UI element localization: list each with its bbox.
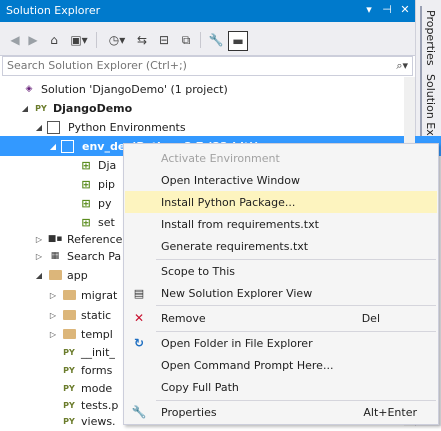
menu-item-activate-environment[interactable]: Activate Environment [125,147,437,169]
tree-row-project[interactable]: ◢ PY DjangoDemo [0,98,435,118]
toolbar-separator [200,32,201,48]
menu-item-install-from-requirements[interactable]: Install from requirements.txt [125,213,437,235]
back-icon[interactable]: ◀ [8,31,22,49]
menu-item-remove[interactable]: ✕ Remove Del [125,307,437,329]
menu-item-open-folder-in-file-explorer[interactable]: ↻ Open Folder in File Explorer [125,332,437,354]
search-icon[interactable]: ⌕▾ [396,59,408,73]
switch-views-icon[interactable]: ▣▾ [68,31,90,49]
menu-separator [156,305,436,306]
menu-item-scope-to-this[interactable]: Scope to This [125,260,437,282]
collapsed-arrow-icon[interactable]: ▷ [48,311,58,320]
show-all-files-icon[interactable]: ⧉ [178,31,194,49]
history-icon[interactable]: ◷▾ [106,31,128,49]
menu-item-copy-full-path[interactable]: Copy Full Path [125,376,437,398]
forward-icon[interactable]: ▶ [26,31,40,49]
context-menu: Activate Environment Open Interactive Wi… [123,143,439,425]
toolbar-separator [96,32,97,48]
env-icon [61,139,74,153]
py-file-icon: PY [63,365,75,375]
search-input[interactable] [3,57,391,74]
solution-icon: ◈ [25,84,33,94]
collapsed-arrow-icon[interactable]: ▷ [34,235,44,244]
folder-icon [61,327,77,341]
expanded-arrow-icon[interactable]: ◢ [20,104,30,113]
folder-icon [47,268,63,282]
menu-item-new-solution-explorer-view[interactable]: ▤ New Solution Explorer View [125,282,437,304]
tab-properties[interactable]: Properties [420,6,439,70]
collapsed-arrow-icon[interactable]: ▷ [48,330,58,339]
dropdown-icon[interactable]: ▾ [362,3,376,16]
collapsed-arrow-icon[interactable]: ▷ [34,252,44,261]
menu-item-generate-requirements[interactable]: Generate requirements.txt [125,235,437,257]
window-title: Solution Explorer [6,4,101,17]
environments-icon [47,120,60,134]
package-icon: ⊞ [81,158,91,172]
home-icon[interactable]: ⌂ [46,31,62,49]
search-paths-icon: ▦ [50,251,60,261]
refresh-arrow-icon: ↻ [133,336,145,350]
expanded-arrow-icon[interactable]: ◢ [48,142,58,151]
wrench-icon: 🔧 [131,405,147,419]
tree-row-solution[interactable]: ◈ Solution 'DjangoDemo' (1 project) [0,79,423,99]
collapsed-arrow-icon[interactable]: ▷ [48,291,58,300]
menu-item-properties[interactable]: 🔧 Properties Alt+Enter [125,401,437,423]
py-file-icon: PY [63,400,75,410]
menu-item-open-command-prompt[interactable]: Open Command Prompt Here... [125,354,437,376]
py-project-icon: PY [35,103,47,113]
properties-icon[interactable]: 🔧 [208,31,224,49]
folder-icon [61,288,77,302]
collapse-all-icon[interactable]: ⊟ [156,31,172,49]
menu-item-install-python-package[interactable]: Install Python Package... [125,191,437,213]
toolbar: ◀ ▶ ⌂ ▣▾ ◷▾ ⇆ ⊟ ⧉ 🔧 ▬ [0,22,415,56]
preview-icon[interactable]: ▬ [228,31,248,51]
title-bar: Solution Explorer ▾ ⊣ ✕ [0,0,415,22]
expanded-arrow-icon[interactable]: ◢ [34,123,44,132]
package-icon: ⊞ [81,215,91,229]
py-file-icon: PY [63,383,75,393]
expanded-arrow-icon[interactable]: ◢ [34,271,44,280]
package-icon: ⊞ [81,177,91,191]
references-icon: ■▪ [47,234,63,244]
menu-item-open-interactive-window[interactable]: Open Interactive Window [125,169,437,191]
package-icon: ⊞ [81,196,91,210]
folder-icon [61,308,77,322]
remove-icon: ✕ [133,311,145,325]
py-file-icon: PY [63,347,75,357]
auto-hide-icon[interactable]: ⊣ [380,3,394,16]
sync-icon[interactable]: ⇆ [134,31,150,49]
tree-row-python-environments[interactable]: ◢ Python Environments [0,117,441,137]
close-icon[interactable]: ✕ [398,3,412,16]
search-box[interactable]: ⌕▾ [2,56,413,76]
new-view-icon: ▤ [133,286,145,300]
